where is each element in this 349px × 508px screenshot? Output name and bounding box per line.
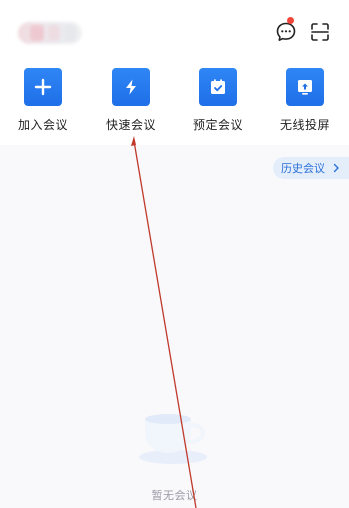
schedule-meeting-button[interactable]: 预定会议 bbox=[182, 64, 254, 138]
chevron-right-icon bbox=[333, 163, 339, 173]
schedule-meeting-label: 预定会议 bbox=[192, 118, 243, 132]
empty-state: 暂无会议 bbox=[0, 405, 349, 503]
home-screen: 加入会议 快速会议 预定会议 无线投屏 历史会议 暂无会议 bbox=[0, 0, 349, 508]
quick-actions: 加入会议 快速会议 预定会议 无线投屏 bbox=[0, 64, 349, 142]
wireless-cast-button[interactable]: 无线投屏 bbox=[269, 64, 341, 138]
calendar-check-icon bbox=[199, 68, 237, 106]
quick-meeting-label: 快速会议 bbox=[105, 118, 156, 132]
account-name-blurred[interactable] bbox=[18, 22, 82, 44]
history-meetings-label: 历史会议 bbox=[281, 162, 325, 175]
lightning-icon bbox=[112, 68, 150, 106]
join-meeting-button[interactable]: 加入会议 bbox=[7, 64, 79, 138]
empty-state-text: 暂无会议 bbox=[151, 489, 198, 502]
quick-meeting-button[interactable]: 快速会议 bbox=[95, 64, 167, 138]
coffee-cup-icon bbox=[138, 414, 207, 464]
join-meeting-label: 加入会议 bbox=[17, 118, 68, 132]
plus-icon bbox=[24, 68, 62, 106]
meeting-list-area: 历史会议 暂无会议 bbox=[0, 145, 349, 508]
wireless-cast-label: 无线投屏 bbox=[279, 118, 330, 132]
message-bubble-icon[interactable] bbox=[274, 20, 298, 44]
scan-icon[interactable] bbox=[308, 20, 332, 44]
unread-dot bbox=[287, 17, 294, 24]
history-meetings-button[interactable]: 历史会议 bbox=[273, 157, 349, 179]
top-header bbox=[0, 0, 349, 62]
screen-cast-icon bbox=[286, 68, 324, 106]
